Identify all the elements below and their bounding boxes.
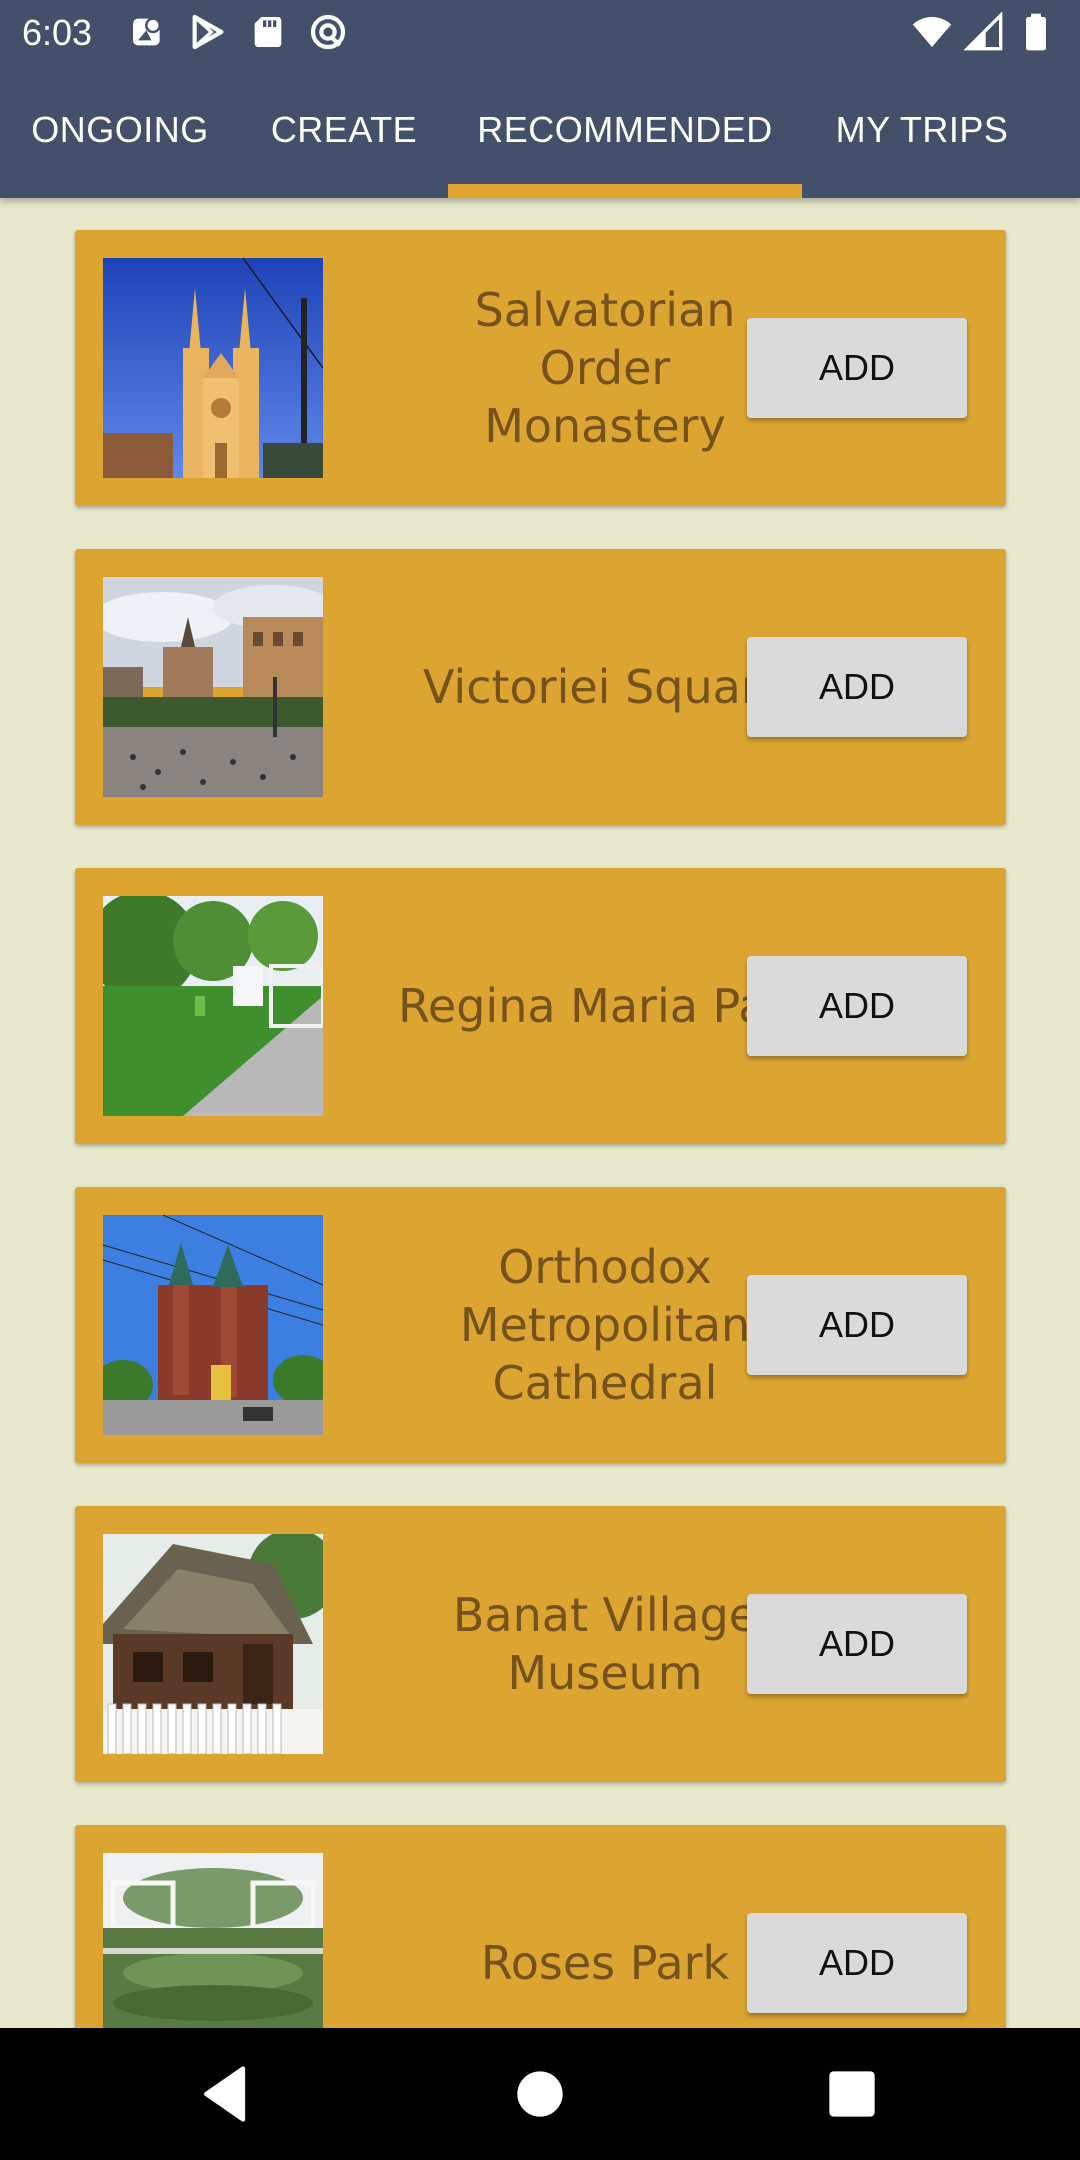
- cell-signal-icon: [964, 12, 1003, 51]
- place-photo-image: [103, 258, 323, 478]
- add-button[interactable]: ADD: [747, 1594, 967, 1694]
- notification-icons: [128, 12, 348, 52]
- place-photo-regina-maria-park: [103, 896, 323, 1116]
- recommended-list[interactable]: Salvatorian Order Monastery ADD Victorie…: [0, 198, 1080, 2028]
- place-photo-image: [103, 1534, 323, 1754]
- home-icon: [517, 2071, 563, 2117]
- system-status-icons: [912, 12, 1056, 52]
- place-card: Regina Maria Park ADD: [75, 868, 1006, 1144]
- add-button[interactable]: ADD: [747, 318, 967, 418]
- place-photo-image: [103, 1853, 323, 2028]
- place-photo-image: [103, 577, 323, 797]
- back-icon: [204, 2066, 246, 2122]
- place-name-text: Banat Village Museum: [452, 1588, 758, 1700]
- tab-label: CREATE: [270, 109, 418, 150]
- place-card: Banat Village Museum ADD: [75, 1506, 1006, 1782]
- place-photo-roses-park: [103, 1853, 323, 2028]
- status-time: 6:03: [22, 12, 93, 53]
- tab-bar: ONGOING CREATE RECOMMENDED MY TRIPS: [0, 66, 1080, 198]
- sd-card-icon: [254, 17, 282, 47]
- tab-selected-indicator: [448, 184, 802, 198]
- place-photo-orthodox-metropolitan-cathedral: [103, 1215, 323, 1435]
- system-navigation-bar: [0, 2028, 1080, 2160]
- add-button[interactable]: ADD: [747, 956, 967, 1056]
- status-bar: 6:03: [0, 0, 1080, 66]
- place-card: Orthodox Metropolitan Cathedral ADD: [75, 1187, 1006, 1463]
- place-photo-image: [103, 896, 323, 1116]
- add-button[interactable]: ADD: [747, 1913, 967, 2013]
- play-store-icon: [192, 14, 224, 50]
- tab-create[interactable]: CREATE: [240, 66, 448, 198]
- place-name-text: Orthodox Metropolitan Cathedral: [459, 1240, 751, 1410]
- place-photo-salvatorian-order-monastery: [103, 258, 323, 478]
- home-button[interactable]: [506, 2060, 574, 2128]
- recents-button[interactable]: [818, 2060, 886, 2128]
- recents-icon: [829, 2071, 875, 2117]
- tab-my-trips[interactable]: MY TRIPS: [802, 66, 1042, 198]
- battery-icon: [1026, 13, 1046, 51]
- wifi-icon: [912, 17, 952, 47]
- vpn-icon: [310, 14, 346, 50]
- place-card: Salvatorian Order Monastery ADD: [75, 230, 1006, 506]
- place-photo-banat-village-museum: [103, 1534, 323, 1754]
- back-button[interactable]: [192, 2060, 260, 2128]
- place-name-text: Roses Park: [480, 1936, 730, 1990]
- tab-label: MY TRIPS: [835, 109, 1009, 150]
- tab-label: ONGOING: [31, 109, 209, 150]
- place-card: Roses Park ADD: [75, 1825, 1006, 2028]
- maps-notification-icon: [133, 17, 161, 46]
- add-button[interactable]: ADD: [747, 637, 967, 737]
- place-photo-victoriei-square: [103, 577, 323, 797]
- tab-recommended[interactable]: RECOMMENDED: [448, 66, 802, 198]
- place-name-text: Victoriei Square: [422, 660, 788, 714]
- place-photo-image: [103, 1215, 323, 1435]
- tab-label: RECOMMENDED: [477, 109, 773, 150]
- place-card: Victoriei Square ADD: [75, 549, 1006, 825]
- tab-ongoing[interactable]: ONGOING: [0, 66, 240, 198]
- add-button[interactable]: ADD: [747, 1275, 967, 1375]
- place-name-text: Salvatorian Order Monastery: [474, 283, 736, 453]
